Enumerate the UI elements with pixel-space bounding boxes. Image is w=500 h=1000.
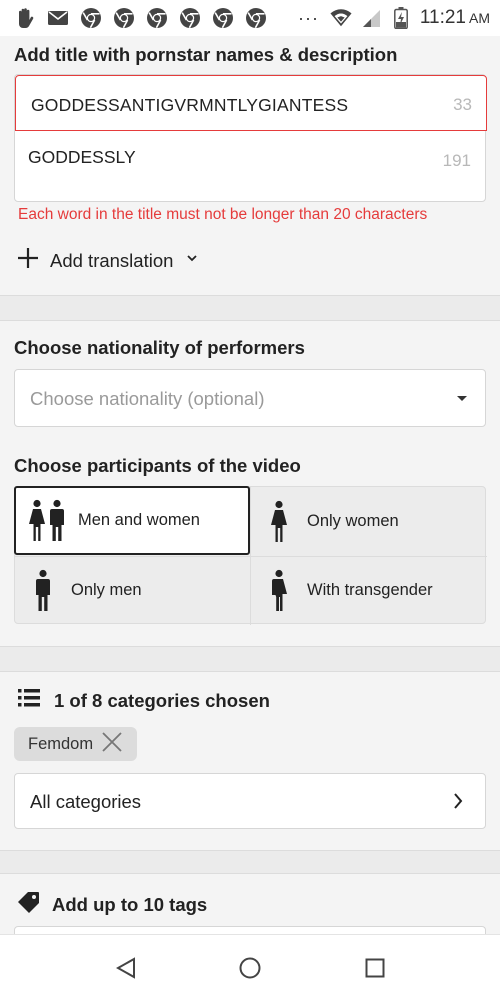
participant-option-label: Only women [307, 512, 399, 530]
section-divider [0, 295, 500, 321]
categories-count: 1 of 8 categories chosen [54, 689, 270, 711]
chrome-icon [245, 7, 267, 29]
section-divider [0, 850, 500, 874]
participants-label: Choose participants of the video [14, 455, 301, 476]
all-categories-label: All categories [30, 791, 142, 812]
add-translation-label: Add translation [50, 249, 174, 271]
participant-option-only-women[interactable]: Only women [251, 487, 487, 556]
close-icon[interactable] [101, 731, 123, 758]
nationality-label: Choose nationality of performers [14, 337, 305, 358]
recents-icon[interactable] [362, 955, 388, 981]
chrome-icon [113, 7, 135, 29]
categories-header: 1 of 8 categories chosen [18, 689, 270, 712]
title-description-box: GODDESSANTIGVRMNTLYGIANTESS 33 GODDESSLY… [14, 74, 487, 202]
section-divider [0, 646, 500, 672]
system-indicators: 11:21 AM [330, 7, 490, 29]
title-input-value: GODDESSANTIGVRMNTLYGIANTESS [31, 95, 349, 115]
tag-icon [18, 891, 40, 918]
notification-icons: ··· [14, 7, 319, 29]
transgender-icon [251, 569, 307, 613]
participant-option-label: With transgender [307, 581, 433, 599]
clock-ampm: AM [469, 10, 490, 26]
more-notifications-indicator: ··· [298, 7, 319, 28]
mail-icon [47, 7, 69, 29]
tags-header: Add up to 10 tags [18, 891, 207, 918]
title-section-label: Add title with pornstar names & descript… [14, 44, 398, 65]
category-chip-label: Femdom [28, 734, 94, 753]
wifi-icon [330, 7, 352, 29]
system-nav-bar [0, 934, 500, 1000]
woman-icon [251, 500, 307, 544]
status-bar: ··· 11:21 AM [0, 0, 500, 36]
chevron-right-icon [453, 792, 463, 815]
category-chip[interactable]: Femdom [14, 727, 138, 761]
description-input[interactable]: GODDESSLY 191 [15, 131, 485, 201]
title-input[interactable]: GODDESSANTIGVRMNTLYGIANTESS 33 [15, 75, 487, 131]
signal-icon [360, 7, 382, 29]
participant-option-label: Only men [71, 581, 142, 599]
participant-option-with-transgender[interactable]: With transgender [251, 556, 487, 625]
description-input-value: GODDESSLY [28, 147, 136, 167]
plus-icon [16, 246, 40, 275]
home-icon[interactable] [237, 955, 263, 981]
back-icon[interactable] [113, 955, 139, 981]
participants-grid: Men and women Only women Only men With t… [14, 486, 487, 625]
clock: 11:21 AM [420, 7, 490, 29]
nationality-placeholder: Choose nationality (optional) [30, 388, 265, 409]
man-icon [15, 569, 71, 613]
all-categories-button[interactable]: All categories [14, 773, 486, 829]
chevron-down-icon [187, 251, 198, 265]
add-translation-button[interactable]: Add translation [16, 246, 198, 275]
chrome-icon [146, 7, 168, 29]
clock-time: 11:21 [419, 7, 466, 28]
tags-heading: Add up to 10 tags [52, 893, 208, 915]
description-char-counter: 191 [442, 151, 471, 170]
title-char-counter: 33 [453, 95, 472, 114]
list-icon [18, 689, 40, 712]
man-woman-icon [16, 499, 78, 543]
chrome-icon [80, 7, 102, 29]
participant-option-men-and-women[interactable]: Men and women [14, 486, 250, 555]
chrome-icon [179, 7, 201, 29]
participant-option-label: Men and women [78, 511, 200, 529]
hand-icon [14, 7, 36, 29]
chrome-icon [212, 7, 234, 29]
battery-charging-icon [390, 7, 412, 29]
nationality-select[interactable]: Choose nationality (optional) [14, 369, 486, 427]
caret-down-icon [457, 396, 467, 401]
title-error-message: Each word in the title must not be longe… [18, 206, 428, 223]
participant-option-only-men[interactable]: Only men [15, 556, 251, 625]
